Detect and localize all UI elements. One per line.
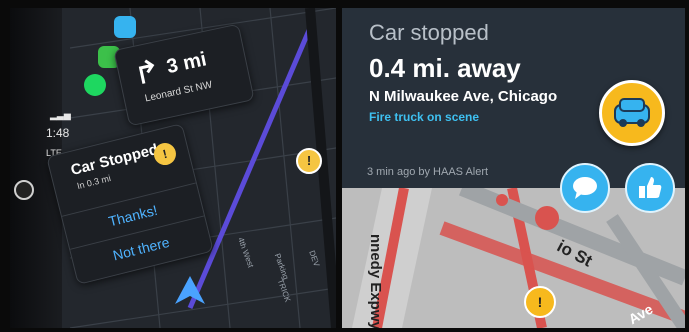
map-label-expressway: nnedy Expwy W: [367, 234, 384, 328]
traffic-jam-icon: [535, 206, 559, 230]
alert-description: Fire truck on scene: [369, 110, 480, 124]
signal-icon: ▂▃▅: [50, 110, 71, 120]
spotify-app-icon[interactable]: [84, 74, 106, 96]
alert-distance: 0.4 mi. away: [369, 53, 521, 83]
comment-button[interactable]: [560, 163, 610, 213]
carplay-screen: ▂▃▅ 1:48 LTE 3 mi Leonard St NW Car Stop…: [10, 8, 336, 328]
alert-title: Car Stopped: [69, 140, 160, 179]
map-alert-pin-icon[interactable]: !: [524, 286, 556, 318]
map-hazard-icon[interactable]: !: [296, 148, 322, 174]
waze-alert-screen: Car stopped 0.4 mi. away N Milwaukee Ave…: [342, 8, 685, 328]
comment-icon: [573, 177, 597, 199]
alert-street: N Milwaukee Ave, Chicago: [369, 88, 558, 105]
waze-app-icon[interactable]: [114, 16, 136, 38]
thumbs-up-icon: [639, 177, 662, 198]
turn-distance: 3 mi: [164, 48, 209, 79]
car-icon: [599, 80, 665, 146]
home-button[interactable]: [14, 180, 34, 200]
like-button[interactable]: [625, 163, 675, 213]
alert-panel: Car stopped 0.4 mi. away N Milwaukee Ave…: [342, 8, 685, 188]
status-time: 1:48: [46, 126, 70, 140]
alert-title: Car stopped: [369, 20, 489, 45]
turn-right-icon: [138, 59, 155, 84]
photo-frame: ▂▃▅ 1:48 LTE 3 mi Leonard St NW Car Stop…: [0, 0, 689, 332]
alert-meta: 3 min ago by HAAS Alert: [367, 166, 489, 178]
